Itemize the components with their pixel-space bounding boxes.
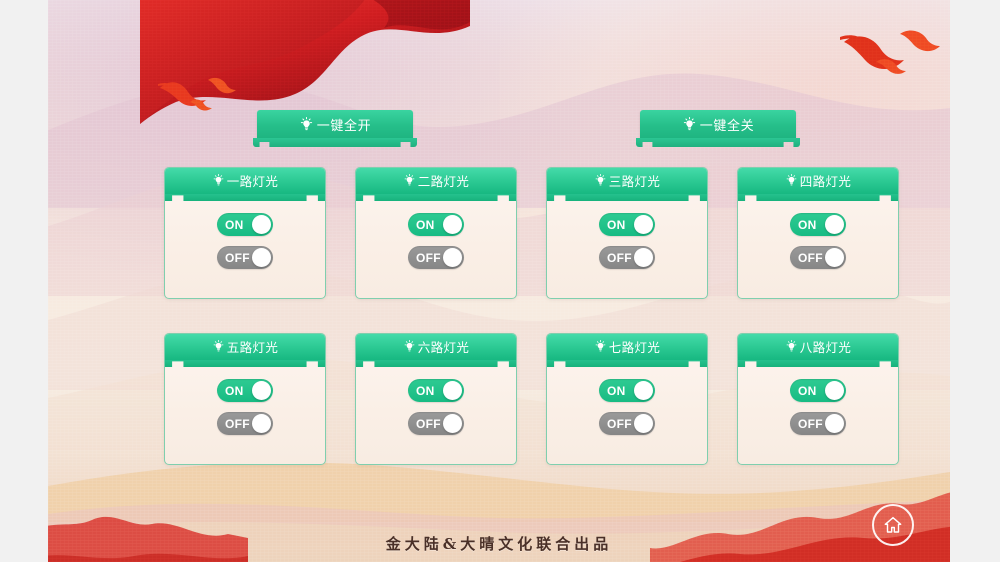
all-on-label: 一键全开	[316, 117, 372, 133]
light-card-header-6[interactable]: 六路灯光	[356, 334, 516, 360]
light-on-toggle[interactable]: ON	[217, 379, 273, 402]
toggle-on-label: ON	[607, 383, 626, 398]
toggle-on-label: ON	[416, 383, 435, 398]
lightbulb-icon	[785, 174, 798, 187]
light-card-title: 三路灯光	[608, 175, 661, 189]
toggle-on-label: ON	[607, 217, 626, 232]
toggle-knob	[825, 215, 844, 234]
toggle-knob	[825, 381, 844, 400]
toggle-knob	[443, 215, 462, 234]
lightbulb-icon	[682, 116, 697, 132]
toggle-knob	[825, 248, 844, 267]
light-off-toggle[interactable]: OFF	[599, 412, 655, 435]
light-card-title: 八路灯光	[799, 341, 852, 355]
toggle-knob	[252, 381, 271, 400]
light-card-body: ON OFF	[356, 194, 516, 269]
light-card-body: ON OFF	[165, 360, 325, 435]
light-card-2[interactable]: 二路灯光 ON OFF	[355, 167, 517, 299]
light-off-toggle[interactable]: OFF	[217, 246, 273, 269]
light-on-toggle[interactable]: ON	[599, 213, 655, 236]
light-off-toggle[interactable]: OFF	[599, 246, 655, 269]
light-off-toggle[interactable]: OFF	[790, 246, 846, 269]
lightbulb-icon	[403, 340, 416, 353]
all-off-button[interactable]: 一键全关	[640, 110, 796, 138]
light-card-header-2[interactable]: 二路灯光	[356, 168, 516, 194]
light-card-body: ON OFF	[165, 194, 325, 269]
light-off-toggle[interactable]: OFF	[217, 412, 273, 435]
light-on-toggle[interactable]: ON	[408, 213, 464, 236]
light-card-title: 七路灯光	[608, 341, 661, 355]
toggle-knob	[252, 414, 271, 433]
light-card-5[interactable]: 五路灯光 ON OFF	[164, 333, 326, 465]
light-on-toggle[interactable]: ON	[408, 379, 464, 402]
light-card-1[interactable]: 一路灯光 ON OFF	[164, 167, 326, 299]
toggle-knob	[634, 414, 653, 433]
light-card-body: ON OFF	[547, 360, 707, 435]
all-off-label: 一键全关	[699, 117, 755, 133]
home-button[interactable]	[872, 504, 914, 546]
light-card-header-1[interactable]: 一路灯光	[165, 168, 325, 194]
toggle-on-label: ON	[416, 217, 435, 232]
toggle-knob	[825, 414, 844, 433]
lightbulb-icon	[403, 174, 416, 187]
lightbulb-icon	[299, 116, 314, 132]
lightbulb-icon	[594, 340, 607, 353]
toggle-off-label: OFF	[416, 416, 441, 431]
light-card-header-7[interactable]: 七路灯光	[547, 334, 707, 360]
toggle-knob	[252, 248, 271, 267]
toggle-on-label: ON	[225, 383, 244, 398]
light-card-title: 一路灯光	[226, 175, 279, 189]
toggle-knob	[634, 381, 653, 400]
light-card-body: ON OFF	[547, 194, 707, 269]
light-on-toggle[interactable]: ON	[217, 213, 273, 236]
toggle-knob	[634, 248, 653, 267]
toggle-off-label: OFF	[798, 416, 823, 431]
light-card-body: ON OFF	[356, 360, 516, 435]
toggle-off-label: OFF	[607, 250, 632, 265]
app-stage: 一键全开 一键全关 一路灯光 ON OFF 二路灯光 ON OFF 三路灯光 O…	[48, 0, 950, 562]
toggle-knob	[252, 215, 271, 234]
light-card-7[interactable]: 七路灯光 ON OFF	[546, 333, 708, 465]
footer-credit: 金大陆&大晴文化联合出品	[385, 535, 613, 553]
light-card-body: ON OFF	[738, 360, 898, 435]
light-card-3[interactable]: 三路灯光 ON OFF	[546, 167, 708, 299]
toggle-knob	[634, 215, 653, 234]
toggle-knob	[443, 414, 462, 433]
light-card-6[interactable]: 六路灯光 ON OFF	[355, 333, 517, 465]
lightbulb-icon	[785, 340, 798, 353]
toggle-off-label: OFF	[607, 416, 632, 431]
lightbulb-icon	[212, 340, 225, 353]
light-card-header-4[interactable]: 四路灯光	[738, 168, 898, 194]
toggle-off-label: OFF	[416, 250, 441, 265]
toggle-on-label: ON	[798, 383, 817, 398]
toggle-on-label: ON	[225, 217, 244, 232]
light-card-title: 四路灯光	[799, 175, 852, 189]
light-off-toggle[interactable]: OFF	[408, 246, 464, 269]
toggle-knob	[443, 248, 462, 267]
light-card-header-5[interactable]: 五路灯光	[165, 334, 325, 360]
light-card-title: 六路灯光	[417, 341, 470, 355]
light-card-body: ON OFF	[738, 194, 898, 269]
light-card-header-3[interactable]: 三路灯光	[547, 168, 707, 194]
light-card-8[interactable]: 八路灯光 ON OFF	[737, 333, 899, 465]
light-off-toggle[interactable]: OFF	[408, 412, 464, 435]
light-on-toggle[interactable]: ON	[790, 213, 846, 236]
toggle-off-label: OFF	[225, 250, 250, 265]
toggle-off-label: OFF	[225, 416, 250, 431]
toggle-on-label: ON	[798, 217, 817, 232]
toggle-knob	[443, 381, 462, 400]
light-card-4[interactable]: 四路灯光 ON OFF	[737, 167, 899, 299]
light-on-toggle[interactable]: ON	[790, 379, 846, 402]
light-card-header-8[interactable]: 八路灯光	[738, 334, 898, 360]
light-off-toggle[interactable]: OFF	[790, 412, 846, 435]
lightbulb-icon	[594, 174, 607, 187]
toggle-off-label: OFF	[798, 250, 823, 265]
screen: 一键全开 一键全关 一路灯光 ON OFF 二路灯光 ON OFF 三路灯光 O…	[0, 0, 1000, 562]
lightbulb-icon	[212, 174, 225, 187]
home-icon	[884, 516, 902, 533]
light-card-title: 二路灯光	[417, 175, 470, 189]
light-on-toggle[interactable]: ON	[599, 379, 655, 402]
light-card-title: 五路灯光	[226, 341, 279, 355]
all-on-button[interactable]: 一键全开	[257, 110, 413, 138]
